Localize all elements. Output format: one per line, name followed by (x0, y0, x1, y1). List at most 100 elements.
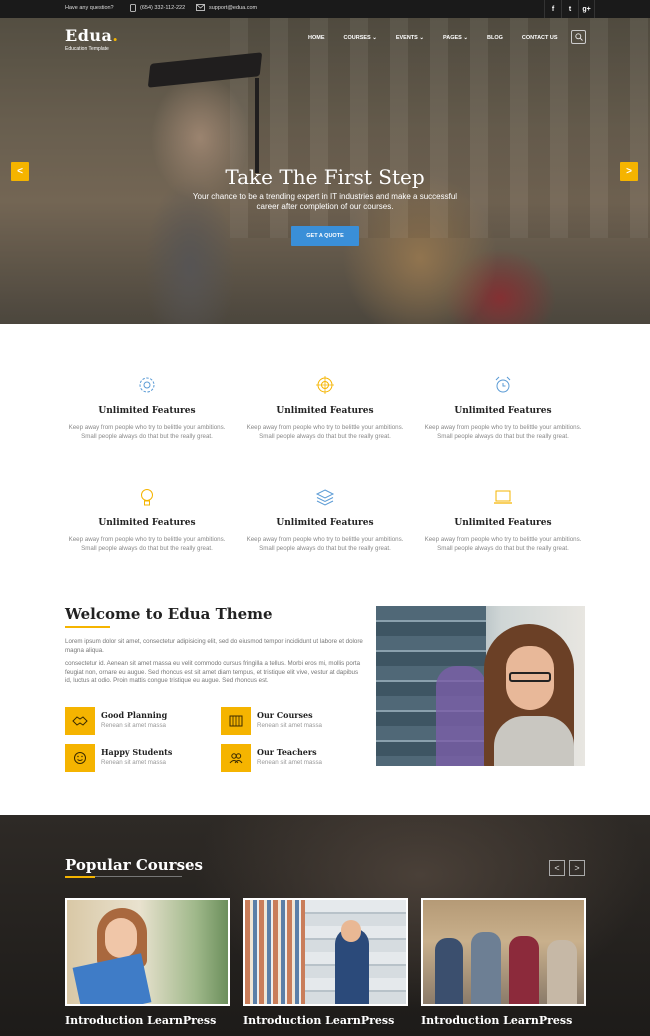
course-title[interactable]: Introduction LearnPress (243, 1014, 394, 1027)
welcome-item[interactable]: Our Teachers Renean sit amet massa (221, 744, 322, 772)
welcome-item[interactable]: Good Planning Renean sit amet massa (65, 707, 167, 735)
nav-events[interactable]: EVENTS ⌄ (396, 35, 424, 41)
search-icon (574, 33, 583, 41)
nav-pages[interactable]: PAGES ⌄ (443, 35, 468, 41)
feature-text: Keep away from people who try to belittl… (424, 424, 582, 440)
card-binder (72, 953, 152, 1004)
handshake-icon (65, 707, 95, 735)
alarm-clock-icon (495, 376, 511, 393)
title-underline (65, 626, 110, 628)
laptop-icon (494, 490, 512, 504)
welcome-item-sub: Renean sit amet massa (257, 759, 322, 766)
title-underline-rest (95, 876, 182, 877)
target-icon (316, 376, 334, 394)
feature-text: Keep away from people who try to belittl… (246, 536, 404, 552)
phone-contact[interactable]: (654) 332-112-222 (130, 4, 185, 12)
card-student (509, 936, 539, 1004)
welcome-item-title: Our Courses (257, 710, 313, 720)
hero-title: Take The First Step (225, 165, 425, 189)
welcome-title: Welcome to Edua Theme (65, 605, 273, 623)
welcome-photo (376, 606, 585, 766)
layers-icon (315, 489, 335, 506)
lightbulb-icon (141, 489, 153, 506)
site-logo[interactable]: Edua. Education Template (65, 26, 118, 52)
course-card-image[interactable] (65, 898, 230, 1006)
chevron-down-icon: ⌄ (419, 35, 424, 41)
student-glasses (509, 672, 551, 682)
question-text: Have any question? (65, 5, 114, 11)
email-address: support@edua.com (209, 4, 258, 11)
teacher-icon (221, 744, 251, 772)
chevron-down-icon: ⌄ (463, 35, 468, 41)
search-button[interactable] (571, 30, 586, 44)
gear-icon (139, 377, 155, 393)
feature-text: Keep away from people who try to belittl… (68, 424, 226, 440)
card-student (435, 938, 463, 1004)
courses-next-button[interactable]: > (569, 860, 585, 876)
feature-title: Unlimited Features (98, 518, 196, 528)
welcome-paragraph: consectetur id. Aenean sit amet massa eu… (65, 660, 361, 685)
nav-pages-label: PAGES (443, 35, 462, 41)
phone-icon (130, 4, 136, 12)
course-card-image[interactable] (243, 898, 408, 1006)
card-student (547, 940, 577, 1004)
get-quote-button[interactable]: GET A QUOTE (291, 226, 359, 246)
feature-title: Unlimited Features (454, 518, 552, 528)
phone-number: (654) 332-112-222 (140, 5, 186, 11)
feature-title: Unlimited Features (454, 406, 552, 416)
logo-tagline: Education Template (65, 46, 109, 52)
logo-name: Edua (65, 26, 113, 45)
welcome-paragraph: Lorem ipsum dolor sit amet, consectetur … (65, 638, 363, 654)
card-person-face (105, 918, 137, 958)
feature-title: Unlimited Features (276, 406, 374, 416)
welcome-item[interactable]: Happy Students Renean sit amet massa (65, 744, 172, 772)
envelope-icon (196, 4, 205, 11)
nav-home[interactable]: HOME (308, 35, 325, 41)
nav-events-label: EVENTS (395, 35, 418, 41)
welcome-item-title: Our Teachers (257, 747, 317, 757)
twitter-icon[interactable]: t (561, 0, 578, 18)
welcome-item-title: Happy Students (101, 747, 173, 757)
book-icon (221, 707, 251, 735)
hero-subtitle: Your chance to be a trending expert in I… (192, 192, 458, 211)
card-bookshelf (245, 900, 305, 1004)
title-underline (65, 876, 95, 878)
nav-contact[interactable]: CONTACT US (522, 35, 558, 41)
logo-dot: . (112, 26, 119, 45)
facebook-icon[interactable]: f (544, 0, 561, 18)
feature-text: Keep away from people who try to belittl… (68, 536, 226, 552)
nav-blog[interactable]: BLOG (487, 35, 503, 41)
feature-card: Unlimited Features Keep away from people… (245, 375, 405, 441)
email-contact[interactable]: support@edua.com (196, 4, 257, 11)
welcome-item-sub: Renean sit amet massa (101, 759, 166, 766)
background-person (436, 666, 486, 766)
welcome-item[interactable]: Our Courses Renean sit amet massa (221, 707, 322, 735)
google-plus-icon[interactable]: g+ (578, 0, 595, 18)
feature-card: Unlimited Features Keep away from people… (245, 487, 405, 553)
welcome-item-sub: Renean sit amet massa (101, 722, 166, 729)
welcome-item-sub: Renean sit amet massa (257, 722, 322, 729)
feature-card: Unlimited Features Keep away from people… (67, 375, 227, 441)
course-card-image[interactable] (421, 898, 586, 1006)
course-title[interactable]: Introduction LearnPress (65, 1014, 216, 1027)
smiley-icon (65, 744, 95, 772)
nav-courses[interactable]: COURSES ⌄ (344, 35, 377, 41)
social-links: f t g+ (544, 0, 595, 18)
feature-text: Keep away from people who try to belittl… (246, 424, 404, 440)
course-title[interactable]: Introduction LearnPress (421, 1014, 572, 1027)
chevron-down-icon: ⌄ (372, 35, 377, 41)
card-student (471, 932, 501, 1004)
card-student-face (341, 920, 361, 942)
courses-prev-button[interactable]: < (549, 860, 565, 876)
main-nav: HOME COURSES ⌄ EVENTS ⌄ PAGES ⌄ BLOG CON… (308, 35, 577, 41)
top-bar: Have any question? (654) 332-112-222 sup… (0, 0, 650, 18)
feature-title: Unlimited Features (276, 518, 374, 528)
welcome-item-title: Good Planning (101, 710, 168, 720)
feature-card: Unlimited Features Keep away from people… (67, 487, 227, 553)
popular-courses-title: Popular Courses (65, 856, 204, 874)
feature-card: Unlimited Features Keep away from people… (423, 375, 583, 441)
student-body (494, 716, 574, 766)
feature-card: Unlimited Features Keep away from people… (423, 487, 583, 553)
feature-title: Unlimited Features (98, 406, 196, 416)
nav-courses-label: COURSES (343, 35, 371, 41)
